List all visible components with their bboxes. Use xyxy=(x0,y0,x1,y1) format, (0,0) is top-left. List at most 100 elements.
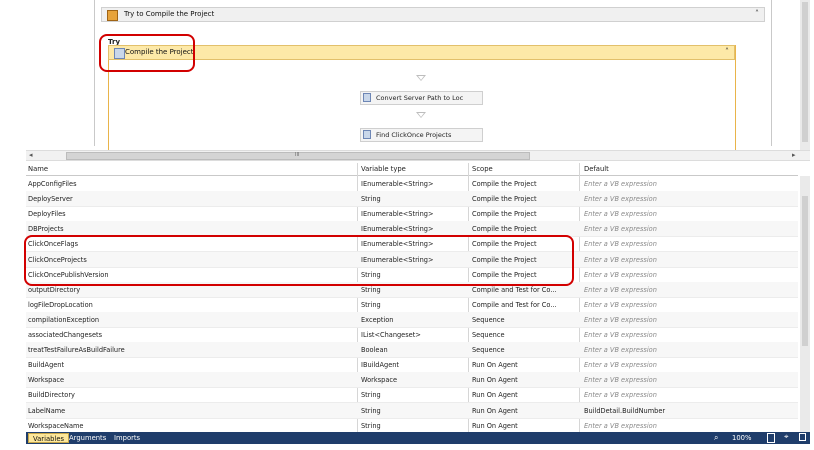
variable-type-cell[interactable]: Exception xyxy=(361,316,467,324)
scope-cell[interactable]: Sequence xyxy=(472,316,580,324)
variable-name-cell[interactable]: BuildDirectory xyxy=(28,391,358,399)
grid-vertical-scrollbar[interactable] xyxy=(800,176,810,432)
variable-name-cell[interactable]: LabelName xyxy=(28,407,358,415)
default-value-cell[interactable]: BuildDetail.BuildNumber xyxy=(584,407,794,415)
variable-type-cell[interactable]: IList<Changeset> xyxy=(361,331,467,339)
default-value-cell[interactable]: Enter a VB expression xyxy=(584,361,794,369)
variable-name-cell[interactable]: compilationException xyxy=(28,316,358,324)
variable-name-cell[interactable]: DeployServer xyxy=(28,195,358,203)
variable-name-cell[interactable]: Workspace xyxy=(28,376,358,384)
column-header-default[interactable]: Default xyxy=(584,165,609,173)
scroll-left-icon[interactable]: ◂ xyxy=(29,151,33,159)
scope-cell[interactable]: Run On Agent xyxy=(472,391,580,399)
variable-type-cell[interactable]: IEnumerable<String> xyxy=(361,210,467,218)
column-header-name[interactable]: Name xyxy=(28,165,48,173)
variable-type-cell[interactable]: IEnumerable<String> xyxy=(361,180,467,188)
variable-name-cell[interactable]: logFileDropLocation xyxy=(28,301,358,309)
horizontal-scroll-thumb[interactable]: III xyxy=(66,152,530,160)
variable-name-cell[interactable]: treatTestFailureAsBuildFailure xyxy=(28,346,358,354)
scope-cell[interactable]: Compile the Project xyxy=(472,225,580,233)
tab-imports[interactable]: Imports xyxy=(110,433,144,443)
default-value-cell[interactable]: Enter a VB expression xyxy=(584,225,794,233)
default-value-cell[interactable]: Enter a VB expression xyxy=(584,316,794,324)
overview-map-icon[interactable] xyxy=(799,433,806,441)
zoom-level[interactable]: 100% xyxy=(732,434,751,442)
scope-cell[interactable]: Compile the Project xyxy=(472,210,580,218)
activity-convert-server-path[interactable]: Convert Server Path to Loc xyxy=(360,91,483,105)
default-value-cell[interactable]: Enter a VB expression xyxy=(584,256,794,264)
zoom-magnifier-icon[interactable]: ⌕ xyxy=(714,433,718,443)
variable-type-cell[interactable]: String xyxy=(361,301,467,309)
workflow-designer[interactable]: Try to Compile the Project ˄ Try Compile… xyxy=(26,0,810,150)
table-row[interactable]: Workspace Workspace Run On Agent Enter a VB… xyxy=(26,372,798,389)
scope-cell[interactable]: Compile the Project xyxy=(472,180,580,188)
tab-variables[interactable]: Variables xyxy=(28,433,70,443)
variable-name-cell[interactable]: associatedChangesets xyxy=(28,331,358,339)
default-value-cell[interactable]: Enter a VB expression xyxy=(584,240,794,248)
table-row[interactable]: BuildAgent IBuildAgent Run On Agent Enter a… xyxy=(26,357,798,374)
scope-cell[interactable]: Compile and Test for Co... xyxy=(472,301,580,309)
collapse-chevron-icon[interactable]: ˄ xyxy=(755,9,759,18)
designer-horizontal-scrollbar[interactable]: ◂ III ▸ xyxy=(26,150,810,161)
scroll-thumb[interactable] xyxy=(802,196,808,346)
default-value-cell[interactable]: Enter a VB expression xyxy=(584,271,794,279)
outer-sequence-header[interactable]: Try to Compile the Project ˄ xyxy=(101,7,765,22)
scope-cell[interactable]: Run On Agent xyxy=(472,376,580,384)
variables-grid[interactable]: Name Variable type Scope Default AppConf… xyxy=(26,163,810,434)
scope-cell[interactable]: Compile the Project xyxy=(472,195,580,203)
collapse-chevron-icon[interactable]: ˄ xyxy=(725,47,729,56)
default-value-cell[interactable]: Enter a VB expression xyxy=(584,391,794,399)
default-value-cell[interactable]: Enter a VB expression xyxy=(584,376,794,384)
default-value-cell[interactable]: Enter a VB expression xyxy=(584,195,794,203)
default-value-cell[interactable]: Enter a VB expression xyxy=(584,301,794,309)
variable-name-cell[interactable]: outputDirectory xyxy=(28,286,358,294)
scroll-thumb[interactable] xyxy=(802,2,808,142)
table-row[interactable]: AppConfigFiles IEnumerable<String> Compile… xyxy=(26,176,798,192)
variable-type-cell[interactable]: String xyxy=(361,391,467,399)
column-header-scope[interactable]: Scope xyxy=(472,165,493,173)
designer-vertical-scrollbar[interactable] xyxy=(800,0,810,150)
variable-type-cell[interactable]: IBuildAgent xyxy=(361,361,467,369)
table-row[interactable]: LabelName String Run On Agent BuildDetail.B… xyxy=(26,402,798,419)
variable-name-cell[interactable]: DBProjects xyxy=(28,225,358,233)
expand-all-icon[interactable]: ⌖ xyxy=(784,432,789,442)
variable-type-cell[interactable]: String xyxy=(361,422,467,430)
grid-header: Name Variable type Scope Default xyxy=(26,163,798,176)
default-value-cell[interactable]: Enter a VB expression xyxy=(584,331,794,339)
table-row[interactable]: BuildDirectory String Run On Agent Enter a … xyxy=(26,387,798,404)
variable-type-cell[interactable]: Workspace xyxy=(361,376,467,384)
scope-cell[interactable]: Run On Agent xyxy=(472,407,580,415)
default-value-cell[interactable]: Enter a VB expression xyxy=(584,422,794,430)
inner-sequence-header[interactable]: Compile the Project ˄ xyxy=(108,45,735,60)
table-row[interactable]: associatedChangesets IList<Changeset> Sequ… xyxy=(26,327,798,343)
variable-name-cell[interactable]: AppConfigFiles xyxy=(28,180,358,188)
activity-find-clickonce-projects[interactable]: Find ClickOnce Projects xyxy=(360,128,483,142)
variable-name-cell[interactable]: DeployFiles xyxy=(28,210,358,218)
scope-cell[interactable]: Run On Agent xyxy=(472,422,580,430)
variable-name-cell[interactable]: BuildAgent xyxy=(28,361,358,369)
variable-name-cell[interactable]: WorkspaceName xyxy=(28,422,358,430)
default-value-cell[interactable]: Enter a VB expression xyxy=(584,210,794,218)
scope-cell[interactable]: Run On Agent xyxy=(472,361,580,369)
table-row[interactable]: logFileDropLocation String Compile and Tes… xyxy=(26,297,798,313)
table-row[interactable]: treatTestFailureAsBuildFailure Boolean Seq… xyxy=(26,342,798,359)
table-row[interactable]: compilationException Exception Sequence Ent… xyxy=(26,311,798,328)
scope-cell[interactable]: Sequence xyxy=(472,331,580,339)
default-value-cell[interactable]: Enter a VB expression xyxy=(584,286,794,294)
variable-type-cell[interactable]: String xyxy=(361,195,467,203)
tab-arguments[interactable]: Arguments xyxy=(65,433,110,443)
default-value-cell[interactable]: Enter a VB expression xyxy=(584,180,794,188)
variable-type-cell[interactable]: String xyxy=(361,407,467,415)
flow-arrow-icon xyxy=(416,75,426,81)
scope-cell[interactable]: Compile and Test for Co... xyxy=(472,286,580,294)
table-row[interactable]: DeployFiles IEnumerable<String> Compile th… xyxy=(26,206,798,223)
variable-type-cell[interactable]: Boolean xyxy=(361,346,467,354)
fit-to-screen-icon[interactable] xyxy=(767,433,775,443)
scroll-right-icon[interactable]: ▸ xyxy=(792,151,796,159)
column-header-variable-type[interactable]: Variable type xyxy=(361,165,406,173)
default-value-cell[interactable]: Enter a VB expression xyxy=(584,346,794,354)
variable-type-cell[interactable]: String xyxy=(361,286,467,294)
scope-cell[interactable]: Sequence xyxy=(472,346,580,354)
table-row[interactable]: DeployServer String Compile the Project Ent… xyxy=(26,191,798,208)
variable-type-cell[interactable]: IEnumerable<String> xyxy=(361,225,467,233)
